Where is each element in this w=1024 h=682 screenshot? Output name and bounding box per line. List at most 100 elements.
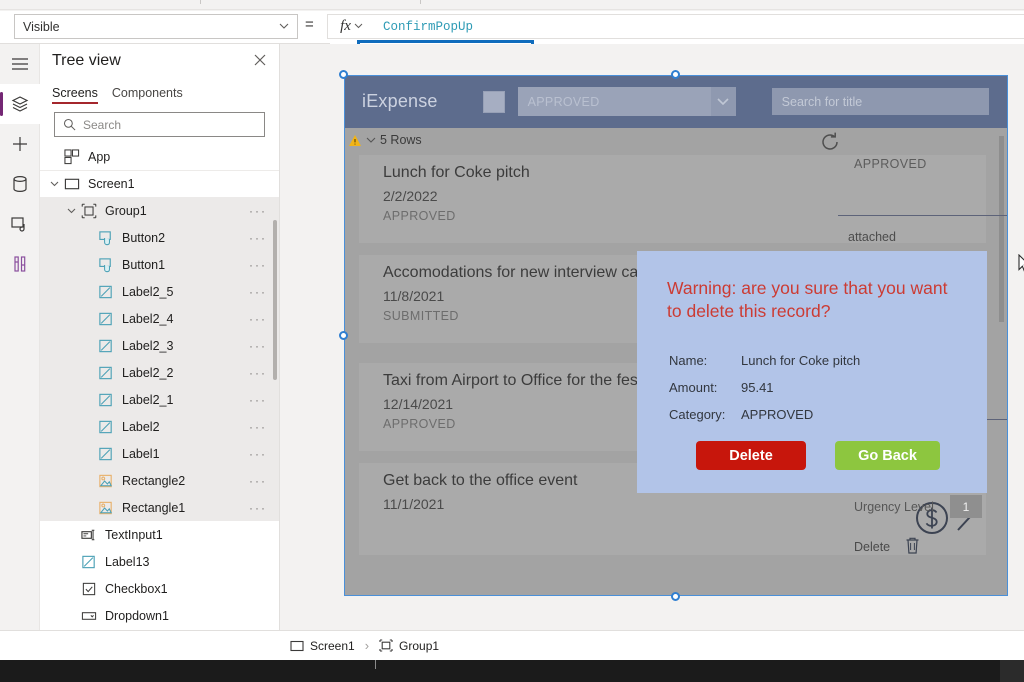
tree-item-label: Label13 — [105, 554, 150, 569]
header-checkbox[interactable] — [482, 90, 505, 113]
resize-handle-middle-left[interactable] — [339, 330, 348, 340]
app-canvas: iExpense APPROVED Search for title 5 Row… — [339, 70, 1008, 601]
property-select[interactable]: Visible — [14, 14, 298, 39]
ruler-tick — [420, 0, 421, 4]
breadcrumb-item-screen1[interactable]: Screen1 — [290, 639, 355, 653]
canvas-area: iExpense APPROVED Search for title 5 Row… — [280, 44, 1024, 660]
tab-components[interactable]: Components — [112, 86, 183, 104]
tree-item-label: Label2 — [122, 419, 160, 434]
tree-item-more-icon[interactable]: ··· — [249, 312, 267, 326]
tree-item-label2_2[interactable]: Label2_2 ··· — [40, 359, 279, 386]
tree-item-button2[interactable]: Button2 ··· — [40, 224, 279, 251]
tree-item-label1[interactable]: Label1 ··· — [40, 440, 279, 467]
tree-item-rectangle2[interactable]: Rectangle2 ··· — [40, 467, 279, 494]
fx-button[interactable]: fx — [327, 14, 375, 39]
tree-item-more-icon[interactable]: ··· — [249, 258, 267, 272]
tree-item-more-icon[interactable]: ··· — [249, 393, 267, 407]
search-input[interactable]: Search — [54, 112, 265, 137]
left-icon-rail — [0, 44, 40, 682]
tree-item-label: Button1 — [122, 257, 166, 272]
chevron-down-icon[interactable] — [65, 204, 78, 217]
insert-icon[interactable] — [0, 124, 40, 164]
urgency-level-value: 1 — [950, 495, 982, 518]
tree-scrollbar[interactable] — [273, 220, 277, 380]
tree-item-more-icon[interactable]: ··· — [249, 366, 267, 380]
tree-item-more-icon[interactable]: ··· — [249, 204, 267, 218]
resize-handle-top-left[interactable] — [339, 70, 348, 79]
tree-item-more-icon[interactable]: ··· — [249, 501, 267, 515]
resize-handle-top-center[interactable] — [671, 70, 680, 79]
breadcrumb: Screen1 › Group1 — [280, 630, 1024, 660]
tree-item-group1[interactable]: Group1 ··· — [40, 197, 279, 224]
go-back-button[interactable]: Go Back — [835, 441, 940, 470]
close-icon[interactable] — [253, 53, 269, 69]
popup-field-value: APPROVED — [741, 407, 814, 422]
tree-item-more-icon[interactable]: ··· — [249, 339, 267, 353]
tree-chevron-spacer — [82, 474, 95, 487]
detail-divider-top — [838, 215, 1008, 216]
tree-item-label: App — [88, 149, 111, 164]
tree-item-more-icon[interactable]: ··· — [249, 285, 267, 299]
tree-item-textinput1[interactable]: TextInput1 — [40, 521, 279, 548]
property-select-value: Visible — [23, 19, 60, 34]
delete-button[interactable]: Delete — [696, 441, 806, 470]
chevron-down-icon — [710, 87, 736, 116]
trash-icon[interactable] — [904, 536, 921, 560]
status-dropdown-value: APPROVED — [527, 94, 600, 109]
popup-field-label: Amount: — [669, 380, 718, 395]
tree-item-label2_3[interactable]: Label2_3 ··· — [40, 332, 279, 359]
rectangle-icon — [98, 499, 115, 516]
tree-item-label: Button2 — [122, 230, 166, 245]
tree-item-label13[interactable]: Label13 — [40, 548, 279, 575]
tab-screens[interactable]: Screens — [52, 86, 98, 104]
app-body: 5 Rows Lunch for Coke pitch 2/2/2022 APPRO… — [344, 128, 1008, 596]
formula-input[interactable]: ConfirmPopUp — [375, 14, 1024, 39]
tree-item-label: TextInput1 — [105, 527, 163, 542]
tree-chevron-spacer — [65, 555, 78, 568]
popup-field-value: 95.41 — [741, 380, 774, 395]
tree-item-label2_1[interactable]: Label2_1 ··· — [40, 386, 279, 413]
tree-item-label: Checkbox1 — [105, 581, 168, 596]
tree-item-list: App Screen1 Group1 ··· Button2 ··· Button1 ··· L… — [40, 143, 279, 660]
tree-item-screen1[interactable]: Screen1 — [40, 170, 279, 197]
checkbox-icon — [81, 580, 98, 597]
rows-warning[interactable]: 5 Rows — [348, 133, 422, 147]
tree-search-wrapper: Search — [40, 104, 279, 143]
button-icon — [98, 256, 115, 273]
tree-view-icon[interactable] — [0, 84, 40, 124]
tree-item-more-icon[interactable]: ··· — [249, 474, 267, 488]
data-icon[interactable] — [0, 164, 40, 204]
tree-chevron-spacer — [82, 366, 95, 379]
popup-field-category: Category: APPROVED — [669, 407, 813, 422]
breadcrumb-label: Group1 — [399, 638, 440, 653]
media-icon[interactable] — [0, 204, 40, 244]
label-icon — [98, 337, 115, 354]
tree-item-dropdown1[interactable]: Dropdown1 — [40, 602, 279, 629]
mouse-cursor — [1018, 253, 1024, 279]
tree-chevron-spacer — [48, 150, 61, 163]
hamburger-menu-icon[interactable] — [0, 44, 40, 84]
tree-item-label2[interactable]: Label2 ··· — [40, 413, 279, 440]
tree-chevron-spacer — [82, 393, 95, 406]
tree-item-button1[interactable]: Button1 ··· — [40, 251, 279, 278]
search-placeholder: Search — [83, 117, 122, 132]
tree-item-label2_5[interactable]: Label2_5 ··· — [40, 278, 279, 305]
tree-item-label2_4[interactable]: Label2_4 ··· — [40, 305, 279, 332]
breadcrumb-item-group1[interactable]: Group1 — [379, 639, 439, 653]
resize-handle-bottom-center[interactable] — [671, 592, 680, 601]
status-dropdown[interactable]: APPROVED — [517, 87, 736, 116]
tree-item-more-icon[interactable]: ··· — [249, 447, 267, 461]
app-header: iExpense APPROVED Search for title — [344, 75, 1008, 128]
tree-item-more-icon[interactable]: ··· — [249, 420, 267, 434]
tree-item-more-icon[interactable]: ··· — [249, 231, 267, 245]
popup-field-label: Name: — [669, 353, 708, 368]
tree-item-app[interactable]: App — [40, 143, 279, 170]
title-search-input[interactable]: Search for title — [771, 88, 989, 115]
advanced-tools-icon[interactable] — [0, 244, 40, 284]
tree-item-rectangle1[interactable]: Rectangle1 ··· — [40, 494, 279, 521]
tree-item-checkbox1[interactable]: Checkbox1 — [40, 575, 279, 602]
popup-warning-text: Warning: are you sure that you want to d… — [667, 278, 948, 321]
chevron-down-icon — [366, 137, 376, 143]
chevron-down-icon[interactable] — [48, 178, 61, 191]
tree-view-title: Tree view — [52, 52, 121, 69]
